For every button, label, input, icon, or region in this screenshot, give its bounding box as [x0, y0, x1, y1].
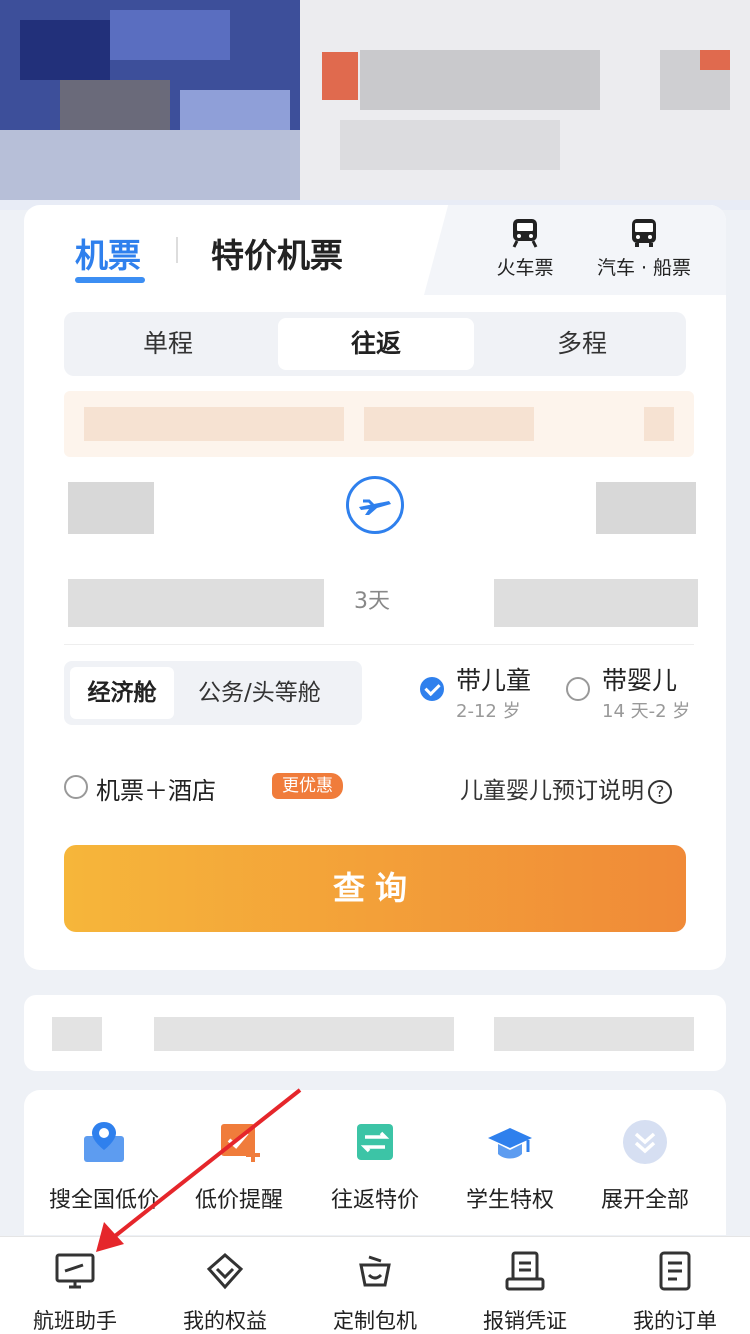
trip-type-round-trip[interactable]: 往返: [278, 318, 474, 370]
search-button[interactable]: 查询: [64, 845, 686, 932]
nav-label: 报销凭证: [483, 1309, 567, 1333]
nav-my-benefits[interactable]: 我的权益: [150, 1249, 300, 1334]
shortcut-round-trip-deal[interactable]: 往返特价: [305, 1118, 445, 1214]
tab-special-flight[interactable]: 特价机票: [211, 229, 343, 277]
bus-ship-label: 汽车 · 船票: [596, 257, 692, 279]
child-infant-explain-link[interactable]: 儿童婴儿预订说明?: [460, 771, 672, 805]
shortcut-nationwide-low-price[interactable]: 搜全国低价: [34, 1118, 174, 1214]
depart-date[interactable]: [68, 579, 324, 627]
bottom-nav: 航班助手 我的权益 定制包机 报销凭证 我的订单: [0, 1236, 750, 1334]
flight-booking-card: 机票 特价机票 火车票 汽车 · 船票 单程 往返 多程 3天 经济舱 公务/头…: [24, 205, 726, 970]
bus-icon: [632, 219, 656, 247]
airplane-icon: [359, 499, 391, 515]
receipt-icon: [505, 1251, 545, 1291]
shortcut-panel: 搜全国低价 低价提醒 往返特价 学生特权 展开全部: [24, 1090, 726, 1235]
nav-label: 我的订单: [633, 1309, 717, 1333]
cabin-economy[interactable]: 经济舱: [70, 667, 174, 719]
return-date[interactable]: [494, 579, 698, 627]
shortcut-label: 展开全部: [600, 1188, 689, 1213]
shortcut-price-alert[interactable]: 低价提醒: [169, 1118, 309, 1214]
departure-city[interactable]: [68, 482, 154, 534]
nav-flight-assistant[interactable]: 航班助手: [0, 1249, 150, 1334]
arrival-city[interactable]: [596, 482, 696, 534]
infant-checkbox[interactable]: [566, 677, 590, 701]
cabin-selector: 经济舱 公务/头等舱: [64, 661, 362, 725]
orders-icon: [659, 1251, 691, 1291]
child-checkbox[interactable]: [420, 677, 444, 701]
trip-type-multi[interactable]: 多程: [484, 318, 680, 370]
expand-icon: [623, 1120, 667, 1164]
help-icon: ?: [648, 779, 672, 804]
tab-train[interactable]: 火车票: [470, 217, 580, 280]
obscured-promo-strip[interactable]: [24, 995, 726, 1071]
top-banner: [0, 0, 750, 210]
tab-flight[interactable]: 机票: [75, 229, 141, 277]
shortcut-label: 低价提醒: [194, 1188, 283, 1213]
train-icon: [512, 219, 538, 248]
shortcut-label: 往返特价: [330, 1188, 419, 1213]
swap-cities-button[interactable]: [346, 476, 404, 534]
active-tab-indicator: [75, 277, 145, 283]
tab-bus-ship[interactable]: 汽车 · 船票: [584, 217, 704, 280]
nav-receipts[interactable]: 报销凭证: [450, 1249, 600, 1334]
shortcut-student-privilege[interactable]: 学生特权: [440, 1118, 580, 1214]
nav-custom-charter[interactable]: 定制包机: [300, 1249, 450, 1334]
cabin-business-first[interactable]: 公务/头等舱: [198, 667, 321, 719]
tab-divider: [176, 237, 178, 263]
explain-label: 儿童婴儿预订说明: [460, 778, 644, 804]
discount-badge: 更优惠: [272, 773, 343, 799]
infant-age: 14 天-2 岁: [602, 701, 691, 722]
trip-days: 3天: [354, 589, 390, 614]
nav-label: 航班助手: [33, 1309, 117, 1333]
trip-type-one-way[interactable]: 单程: [70, 318, 266, 370]
flight-monitor-icon: [55, 1253, 95, 1289]
child-age: 2-12 岁: [456, 701, 521, 722]
map-pin-icon: [84, 1122, 124, 1162]
flight-hotel-radio[interactable]: [64, 775, 88, 799]
child-label: 带儿童: [456, 666, 532, 695]
custom-charter-icon: [359, 1255, 391, 1287]
diamond-icon: [206, 1253, 244, 1290]
date-row: 3天: [64, 565, 698, 645]
nav-my-orders[interactable]: 我的订单: [600, 1249, 750, 1334]
trip-type-selector: 单程 往返 多程: [64, 312, 686, 376]
nav-label: 我的权益: [183, 1309, 267, 1333]
price-alert-icon: [221, 1124, 260, 1162]
transport-tabs: 机票 特价机票 火车票 汽车 · 船票: [24, 205, 726, 295]
obscured-notice-bar[interactable]: [64, 391, 694, 457]
infant-label: 带婴儿: [602, 666, 678, 695]
shortcut-expand-all[interactable]: 展开全部: [575, 1118, 715, 1214]
train-label: 火车票: [496, 257, 554, 279]
shortcut-label: 学生特权: [465, 1188, 554, 1213]
graduation-cap-icon: [488, 1128, 532, 1159]
city-row: [64, 470, 696, 550]
flight-hotel-label: 机票＋酒店: [96, 777, 216, 805]
nav-label: 定制包机: [333, 1309, 417, 1333]
shortcut-label: 搜全国低价: [48, 1188, 159, 1213]
round-trip-icon: [357, 1124, 393, 1160]
